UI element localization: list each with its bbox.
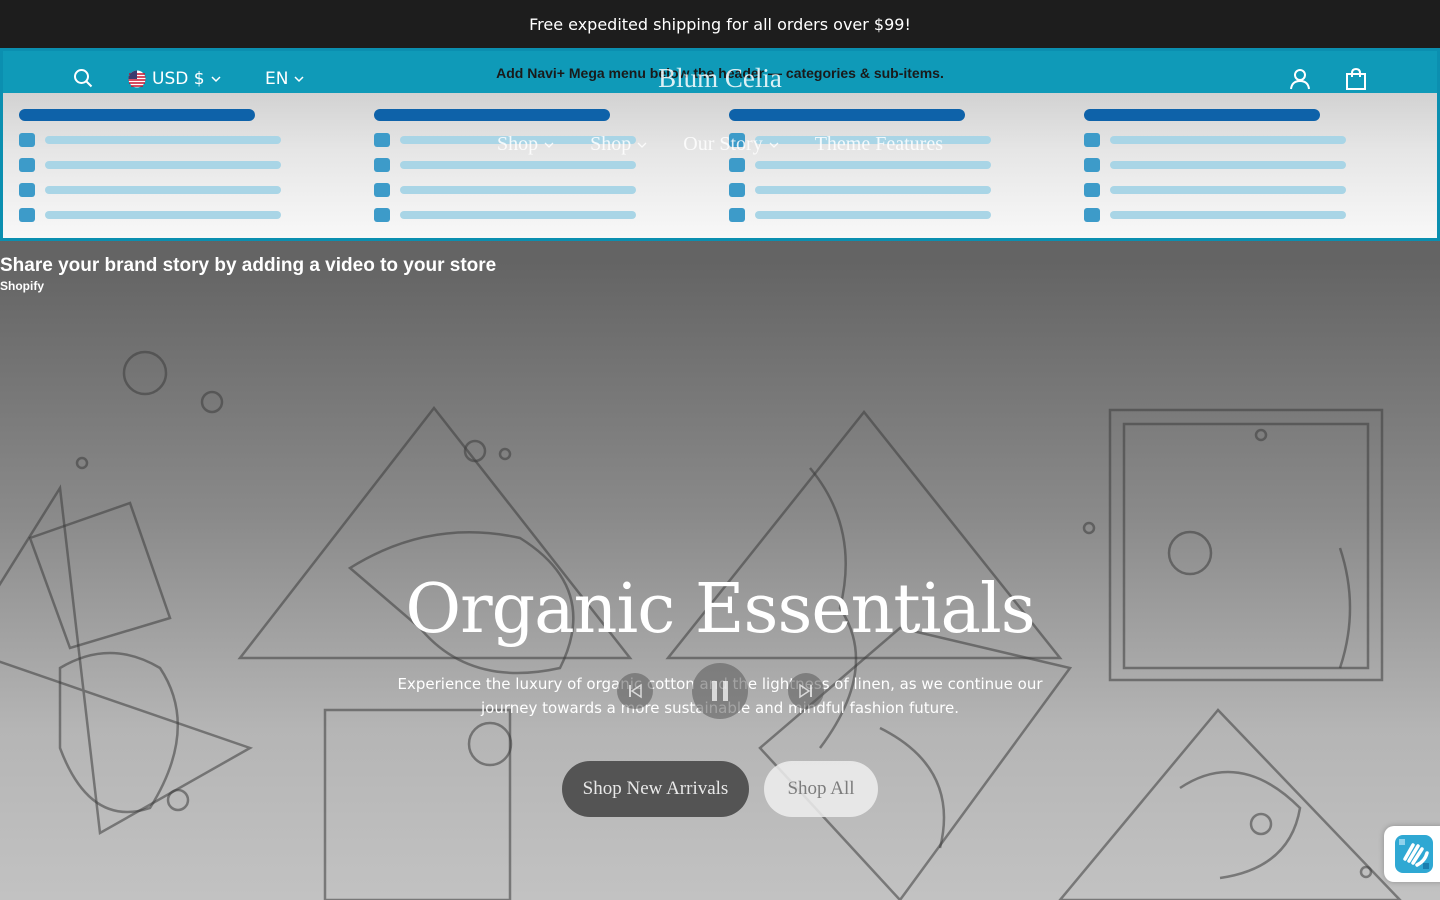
shop-all-button[interactable]: Shop All	[764, 761, 878, 817]
nav-item-theme-features[interactable]: Theme Features	[815, 133, 943, 156]
prev-icon	[629, 683, 642, 699]
prev-button[interactable]	[617, 673, 653, 709]
account-icon	[1290, 69, 1310, 90]
chevron-down-icon	[544, 142, 554, 148]
nav-item-shop[interactable]: Shop	[497, 133, 554, 156]
next-icon	[799, 683, 812, 699]
mega-menu-column	[729, 109, 1029, 233]
accessibility-icon	[1395, 835, 1433, 873]
video-source[interactable]: Shopify	[0, 279, 44, 293]
site-header: USD $ EN Add Navi+ Mega menu below the h…	[0, 48, 1440, 241]
chevron-down-icon	[637, 142, 647, 148]
nav-item-our-story[interactable]: Our Story	[683, 133, 779, 156]
mega-menu-column	[19, 109, 319, 233]
cart-button[interactable]	[1344, 67, 1368, 91]
nav-item-shop-2[interactable]: Shop	[590, 133, 647, 156]
next-button[interactable]	[788, 673, 824, 709]
mega-menu-placeholder	[3, 93, 1437, 238]
video-title[interactable]: Share your brand story by adding a video…	[0, 255, 496, 277]
chevron-down-icon	[769, 142, 779, 148]
main-nav: Shop Shop Our Story Theme Features	[3, 133, 1437, 156]
pause-button[interactable]	[692, 663, 748, 719]
accessibility-widget[interactable]	[1384, 826, 1440, 882]
announcement-bar: Free expedited shipping for all orders o…	[0, 0, 1440, 48]
shop-new-arrivals-button[interactable]: Shop New Arrivals	[562, 761, 749, 817]
mega-menu-column	[1084, 109, 1384, 233]
account-button[interactable]	[1288, 67, 1312, 91]
pause-icon	[712, 681, 728, 701]
hero-title: Organic Essentials	[405, 570, 1035, 649]
store-logo[interactable]: Blum Celia	[3, 63, 1437, 94]
cart-icon	[1346, 68, 1366, 90]
mega-menu-column	[374, 109, 674, 233]
announcement-text: Free expedited shipping for all orders o…	[529, 14, 911, 34]
